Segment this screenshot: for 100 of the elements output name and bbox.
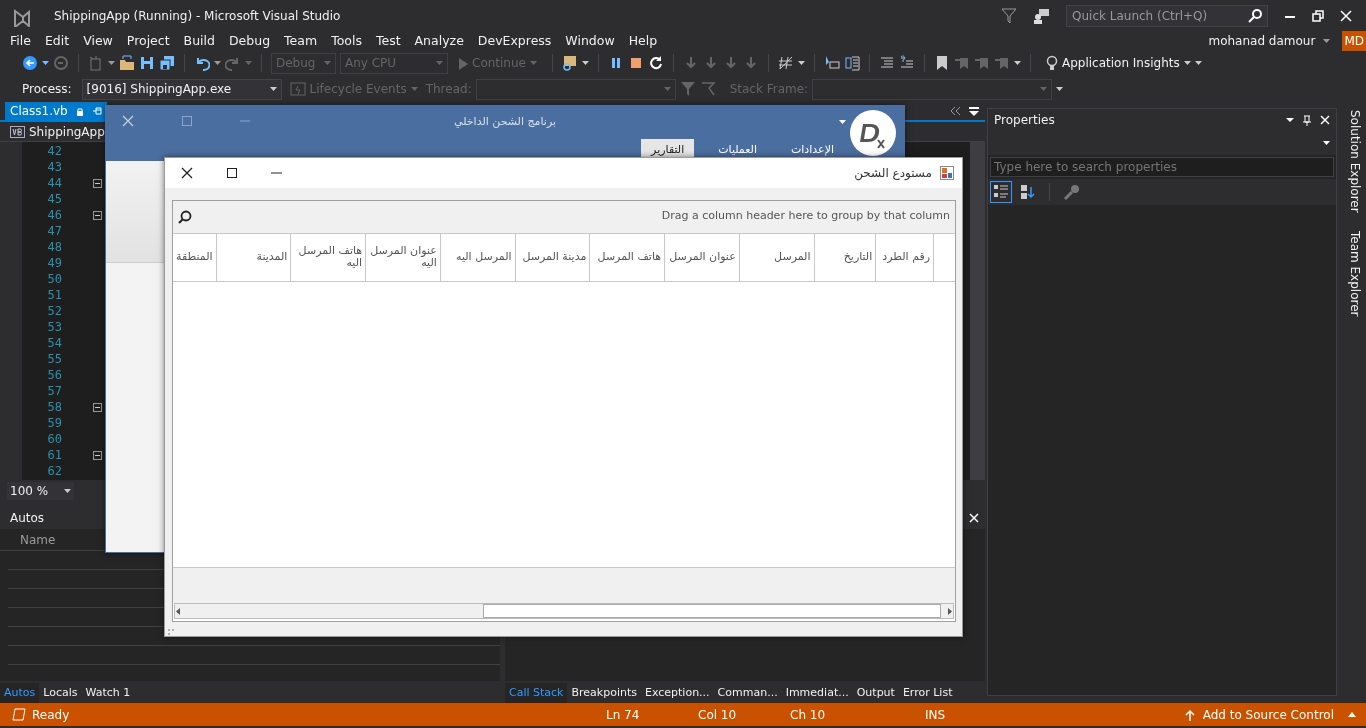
column-header[interactable]: التاريخ [813,233,876,281]
panel-tab[interactable]: Immediat... [781,683,853,703]
filter-icon[interactable] [1001,8,1017,24]
menu-item[interactable]: View [76,31,120,51]
vertical-scrollbar[interactable] [970,142,985,480]
menu-item[interactable]: Project [119,31,177,51]
dropdown-icon[interactable] [1286,117,1294,123]
panel-title: Autos [10,510,45,527]
line-number: 52 [46,303,62,319]
column-header[interactable]: Name [20,530,56,549]
collapse-icon[interactable] [93,178,102,188]
panel-tab[interactable]: Locals [39,683,82,703]
hex-icon[interactable] [777,55,794,71]
feedback-icon[interactable] [1033,8,1050,24]
zoom-dropdown[interactable]: 100 % [7,482,75,500]
document-tab[interactable]: Class1.vb [5,102,107,120]
play-icon [458,56,468,70]
save-all-icon[interactable] [159,55,175,71]
categorized-icon[interactable] [990,181,1012,203]
application-insights-button[interactable]: Application Insights [1045,54,1191,72]
pointer-icon[interactable] [823,55,840,71]
source-control-button[interactable]: Add to Source Control [1184,705,1356,724]
side-tab[interactable]: Solution Explorer [1339,106,1366,217]
column-header[interactable]: المرسل اليه [439,233,515,281]
caret-icon [108,61,115,65]
window-title: ShippingApp (Running) - Microsoft Visual Studio [54,8,341,25]
panel-tab[interactable]: Output [852,683,899,703]
up-arrow-icon [1184,708,1195,721]
resize-grip-icon[interactable] [167,628,175,636]
line-number: 54 [46,335,62,351]
key-icon[interactable] [1063,183,1080,201]
caret-icon [410,87,418,91]
column-header[interactable]: هاتف المرسل اليه [290,233,366,281]
column-header[interactable]: المرسل [738,233,814,281]
maximize-icon[interactable] [227,167,237,178]
restart-icon[interactable] [647,55,664,71]
column-header[interactable]: عنوان المرسل اليه [365,233,440,281]
user-name[interactable]: mohanad damour [1208,32,1316,50]
overflow-icon[interactable] [950,106,961,116]
ribbon-tab[interactable]: العمليات [708,138,767,161]
close-icon[interactable] [181,166,193,179]
search-icon[interactable] [178,209,192,224]
project-dropdown[interactable]: ShippingApp [10,122,105,141]
caret-icon [269,87,277,91]
uncomment-icon[interactable] [898,55,915,71]
menu-item[interactable]: Window [558,31,622,51]
thread-label: Thread: [425,81,472,98]
column-header[interactable]: المدينة [215,233,291,281]
column-header[interactable]: مدينة المرسل [514,233,590,281]
line-number: 55 [46,351,62,367]
menu-item[interactable]: Edit [37,31,77,51]
caret-icon [1323,141,1330,145]
panel-tab[interactable]: Exception... [641,683,714,703]
menu-item[interactable]: Tools [324,31,369,51]
panel-tab[interactable]: Comman... [713,683,782,703]
search-field[interactable]: Type here to search properties [990,157,1334,177]
column-indicator: Col 10 [698,706,737,724]
column-header[interactable]: رقم الطرد [875,233,934,281]
column-header[interactable]: عنوان المرسل [664,233,739,281]
line-number: 58 [46,399,62,415]
process-dropdown[interactable]: [9016] ShippingApp.exe [81,78,282,100]
user-avatar[interactable]: MD [1342,31,1366,51]
menu-item[interactable]: Analyze [407,31,471,51]
panel-tab[interactable]: Call Stack [505,683,568,703]
alphabetical-icon[interactable] [1020,184,1036,200]
process-icon[interactable] [561,55,578,71]
restore-icon[interactable] [1312,10,1324,22]
side-tab[interactable]: Team Explorer [1339,226,1366,321]
column-header[interactable]: المنطقة [173,233,216,281]
stack-frame-label: Stack Frame: [729,81,809,98]
menu-item[interactable]: Build [176,31,222,51]
comment-icon[interactable] [878,55,895,71]
menu-item[interactable]: Debug [222,31,278,51]
quick-launch-field[interactable]: Quick Launch (Ctrl+Q) [1066,5,1268,27]
column-header[interactable]: هاتف المرسل [589,233,665,281]
panel-tab[interactable]: Breakpoints [567,683,641,703]
caret-icon[interactable] [1323,39,1331,43]
menu-item[interactable]: File [3,31,38,51]
filter-icon[interactable] [679,81,696,97]
panel-tab[interactable]: Watch 1 [81,683,135,703]
collapse-icon[interactable] [93,210,102,220]
pin-icon[interactable] [1302,114,1312,126]
menu-item[interactable]: Team [277,31,325,51]
dx-logo-icon[interactable] [850,110,896,156]
collapse-icon[interactable] [93,402,102,412]
threads-icon[interactable] [843,55,860,71]
menu-item[interactable]: Help [621,31,665,51]
open-folder-icon[interactable] [119,55,135,71]
panel-tab[interactable]: Autos [0,683,40,703]
dropdown-icon[interactable] [969,106,979,116]
menu-item[interactable]: DevExpress [470,31,559,51]
collapse-icon[interactable] [93,450,102,460]
ribbon-tab[interactable]: الإعدادات [780,138,844,161]
back-icon[interactable] [22,55,38,71]
menu-item[interactable]: Test [368,31,408,51]
panel-tab[interactable]: Error List [898,683,957,703]
undo-icon[interactable] [194,55,210,71]
line-number: 43 [46,159,62,175]
horizontal-scrollbar[interactable] [174,603,954,619]
caret-icon [436,61,443,65]
